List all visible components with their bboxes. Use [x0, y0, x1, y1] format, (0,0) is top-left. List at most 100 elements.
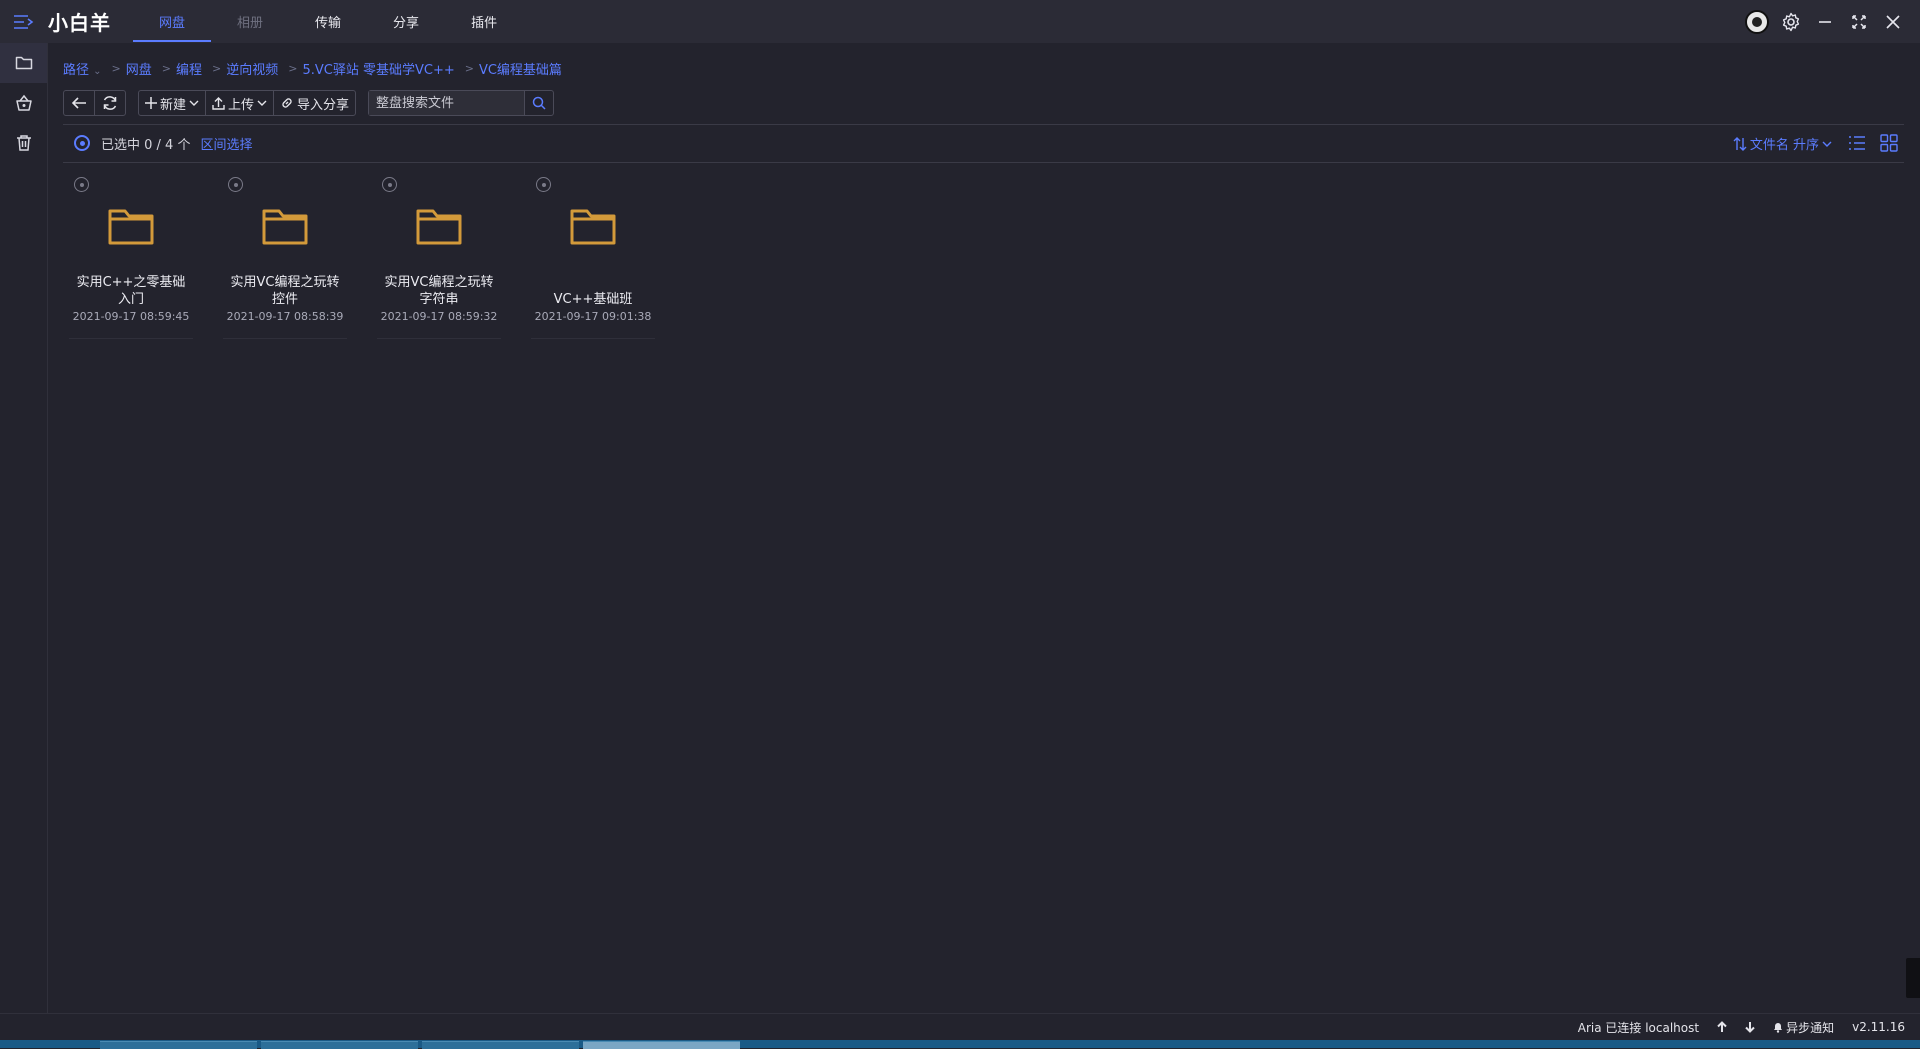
version-label: v2.11.16	[1852, 1020, 1905, 1034]
left-rail	[0, 43, 48, 1013]
new-button-label: 新建	[160, 97, 187, 113]
tab-plugins[interactable]: 插件	[445, 0, 523, 43]
sort-label: 文件名 升序	[1749, 138, 1819, 153]
tab-label: 插件	[471, 16, 498, 31]
tab-netdisk[interactable]: 网盘	[133, 0, 212, 43]
tab-share[interactable]: 分享	[367, 0, 445, 43]
user-avatar-button[interactable]	[1740, 0, 1774, 43]
rail-item-resources[interactable]	[0, 83, 47, 123]
upload-button-label: 上传	[228, 97, 255, 113]
tab-label: 网盘	[159, 16, 186, 31]
divider	[63, 162, 1904, 163]
arrow-up-icon	[1717, 1021, 1727, 1032]
bell-icon	[1774, 1022, 1783, 1033]
breadcrumb-item-current[interactable]: VC编程基础篇	[479, 59, 562, 78]
folder-icon	[108, 209, 154, 245]
minimize-button[interactable]	[1808, 0, 1842, 43]
item-select-radio[interactable]	[382, 177, 397, 192]
file-name: VC++基础班	[553, 292, 633, 307]
upload-icon	[212, 96, 225, 110]
scrollbar-handle[interactable]	[1906, 958, 1920, 998]
plus-icon	[145, 97, 157, 109]
file-date: 2021-09-17 09:01:38	[534, 310, 652, 323]
link-icon	[282, 98, 292, 108]
download-status-button[interactable]	[1745, 1021, 1755, 1033]
folder-item[interactable]: 实用C++之零基础入门 2021-09-17 08:59:45	[69, 172, 193, 338]
import-share-button[interactable]: 导入分享	[273, 91, 355, 115]
search-box	[368, 90, 555, 116]
item-select-radio[interactable]	[228, 177, 243, 192]
breadcrumb: 路径 ⌄ > 网盘 > 编程 > 逆向视频 > 5.VC驿站 零基础学VC++ …	[63, 58, 562, 78]
notify-button[interactable]: 异步通知	[1773, 1019, 1834, 1036]
item-select-radio[interactable]	[74, 177, 89, 192]
status-bar: Aria 已连接 localhost 异步通知 v2.11.16	[0, 1013, 1920, 1040]
breadcrumb-item[interactable]: 网盘	[126, 59, 152, 78]
folder-icon	[570, 209, 616, 245]
list-view-icon	[1849, 136, 1865, 150]
avatar	[1745, 9, 1769, 34]
app-title: 小白羊	[48, 11, 111, 35]
arrow-left-icon	[71, 97, 86, 109]
refresh-button[interactable]	[94, 91, 125, 115]
nav-button-group	[63, 90, 126, 116]
notify-label: 异步通知	[1786, 1020, 1835, 1035]
chevron-down-icon: ⌄	[93, 65, 102, 77]
range-select-link[interactable]: 区间选择	[200, 134, 252, 153]
breadcrumb-root[interactable]: 路径 ⌄	[63, 59, 102, 78]
sort-dropdown[interactable]: 文件名 升序	[1733, 134, 1832, 153]
breadcrumb-separator: >	[464, 61, 474, 75]
folder-item[interactable]: 实用VC编程之玩转控件 2021-09-17 08:58:39	[223, 172, 347, 338]
folder-icon	[15, 56, 32, 70]
breadcrumb-item[interactable]: 5.VC驿站 零基础学VC++	[302, 59, 454, 78]
file-name: 实用VC编程之玩转字符串	[384, 275, 494, 307]
minimize-icon	[1819, 20, 1831, 23]
select-all-radio[interactable]	[74, 135, 90, 151]
upload-button[interactable]: 上传	[205, 91, 273, 115]
close-button[interactable]	[1876, 0, 1910, 43]
search-icon	[532, 96, 546, 110]
tab-label: 传输	[315, 16, 342, 31]
item-select-radio[interactable]	[536, 177, 551, 192]
chevron-down-icon	[1822, 141, 1832, 147]
breadcrumb-separator: >	[212, 61, 222, 75]
maximize-button[interactable]	[1842, 0, 1876, 43]
breadcrumb-separator: >	[288, 61, 298, 75]
search-button[interactable]	[524, 91, 553, 115]
refresh-icon	[103, 96, 117, 110]
maximize-icon	[1852, 14, 1866, 29]
folder-icon	[416, 209, 462, 245]
grid-view-button[interactable]	[1878, 132, 1900, 154]
rail-item-files[interactable]	[0, 43, 47, 83]
settings-button[interactable]	[1774, 0, 1808, 43]
chevron-down-icon	[189, 100, 199, 106]
toolbar: 新建 上传 导入分享	[63, 90, 555, 116]
file-date: 2021-09-17 08:58:39	[226, 310, 344, 323]
breadcrumb-separator: >	[111, 61, 121, 75]
folder-item[interactable]: VC++基础班 2021-09-17 09:01:38	[531, 172, 655, 338]
tab-label: 相册	[237, 16, 264, 31]
file-grid: 实用C++之零基础入门 2021-09-17 08:59:45 实用VC编程之玩…	[69, 172, 685, 338]
new-button[interactable]: 新建	[139, 91, 205, 115]
folder-icon	[262, 209, 308, 245]
list-view-button[interactable]	[1846, 132, 1868, 154]
basket-icon	[15, 94, 32, 111]
sort-icon	[1733, 136, 1747, 151]
title-bar: 小白羊 网盘 相册 传输 分享 插件	[0, 0, 1920, 43]
tab-album[interactable]: 相册	[211, 0, 289, 43]
search-input[interactable]	[369, 91, 525, 115]
tab-transfer[interactable]: 传输	[289, 0, 367, 43]
window-controls	[1740, 0, 1910, 43]
upload-status-button[interactable]	[1717, 1021, 1727, 1033]
trash-icon	[16, 135, 31, 151]
close-icon	[1886, 14, 1900, 29]
file-name: 实用VC编程之玩转控件	[230, 275, 340, 307]
rail-item-trash[interactable]	[0, 123, 47, 163]
action-button-group: 新建 上传 导入分享	[138, 90, 357, 116]
selection-bar: 已选中 0 / 4 个 区间选择 文件名 升序	[63, 132, 1904, 154]
aria-status[interactable]: Aria 已连接 localhost	[1578, 1019, 1699, 1036]
folder-item[interactable]: 实用VC编程之玩转字符串 2021-09-17 08:59:32	[377, 172, 501, 338]
menu-collapse-icon[interactable]	[0, 0, 48, 43]
breadcrumb-item[interactable]: 编程	[176, 59, 202, 78]
breadcrumb-item[interactable]: 逆向视频	[226, 59, 278, 78]
back-button[interactable]	[64, 91, 94, 115]
